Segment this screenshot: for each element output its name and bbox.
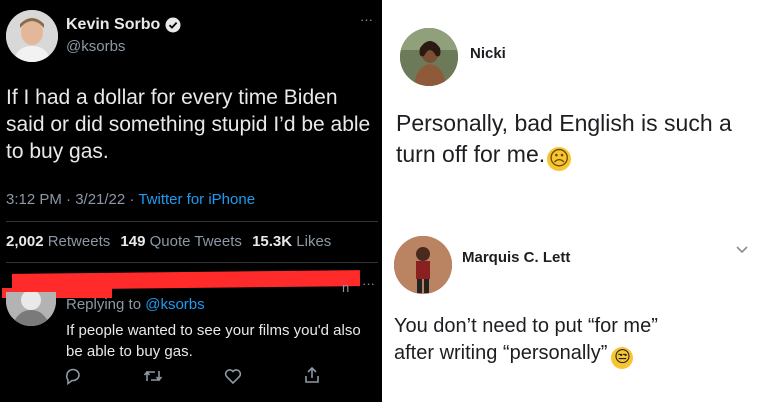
tweet-text: If I had a dollar for every time Biden s… [6,86,371,163]
author-handle[interactable]: @ksorbs [66,38,125,55]
marquis-name[interactable]: Marquis C. Lett [462,249,570,266]
retweets-label: Retweets [47,233,111,250]
likes-stat[interactable]: 15.3K Likes [252,233,331,250]
divider [6,221,378,222]
retweets-count: 2,002 [6,233,44,250]
nicki-post-text: Personally, bad English is such a turn o… [396,108,762,171]
tweet-client-link[interactable]: Twitter for iPhone [138,191,255,208]
marquis-avatar[interactable] [394,236,452,294]
tweet-timestamp: 3:12 PM · 3/21/22 · [6,191,139,208]
reply-more-options-icon[interactable]: ··· [362,276,375,291]
author-avatar[interactable] [6,10,58,62]
quotes-count: 149 [120,233,146,250]
unamused-emoji-icon: 😒 [611,347,634,369]
chevron-down-icon[interactable] [736,246,748,254]
quotes-label: Quote Tweets [149,233,242,250]
reply-text: If people wanted to see your films you'd… [66,322,361,360]
tweet-stats-row: 2,002 Retweets 149 Quote Tweets 15.3K Li… [6,233,331,250]
nicki-name[interactable]: Nicki [470,45,506,62]
retweet-icon[interactable] [143,367,163,385]
like-icon[interactable] [224,367,242,385]
likes-label: Likes [296,233,332,250]
replying-to-line: Replying to @ksorbs [66,296,205,313]
replying-to-prefix: Replying to [66,296,146,313]
verified-badge-icon [165,17,181,33]
reply-icon[interactable] [64,367,82,385]
quotes-stat[interactable]: 149 Quote Tweets [120,233,241,250]
replying-to-handle[interactable]: @ksorbs [145,296,204,313]
redaction-bar [11,270,361,290]
retweets-stat[interactable]: 2,002 Retweets [6,233,110,250]
tweet-timestamp-row: 3:12 PM · 3/21/22 · Twitter for iPhone [6,191,255,208]
nicki-avatar[interactable] [400,28,458,86]
author-name-row: Kevin Sorbo [66,16,181,34]
share-icon[interactable] [303,366,321,384]
marquis-post-text: You don’t need to put “for me” after wri… [394,313,694,369]
twitter-screenshot-panel: Kevin Sorbo @ksorbs ··· If I had a dolla… [0,0,382,402]
divider [6,262,378,263]
likes-count: 15.3K [252,233,293,250]
facebook-screenshot-panel: Nicki Personally, bad English is such a … [382,0,768,402]
author-name[interactable]: Kevin Sorbo [66,16,160,34]
frown-emoji-icon: ☹ [547,147,572,171]
reply-avatar[interactable] [6,292,56,326]
reply-partial-timestamp: n [342,280,350,295]
more-options-icon[interactable]: ··· [360,12,373,27]
